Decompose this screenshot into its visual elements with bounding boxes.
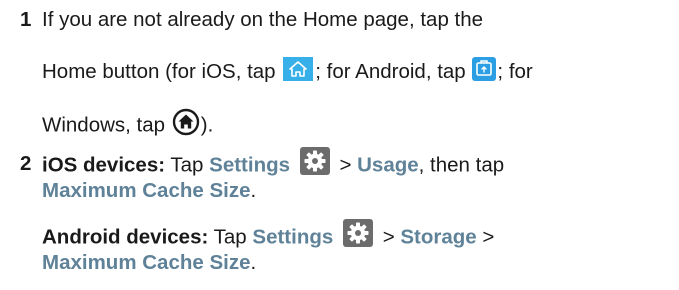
settings-link: Settings (252, 225, 334, 249)
step-2: 2 iOS devices: Tap Settings > Usage, the… (20, 147, 671, 287)
settings-link: Settings (209, 153, 291, 177)
step-number: 1 (20, 8, 32, 31)
step-1: 1 If you are not already on the Home pag… (20, 8, 671, 148)
maximum-cache-size-link: Maximum Cache Size (42, 251, 251, 274)
step-text-line: Windows, tap ). (42, 108, 213, 140)
settings-gear-icon (299, 147, 330, 175)
ios-instruction-cont: Maximum Cache Size. (42, 179, 257, 202)
ios-home-icon (283, 56, 314, 81)
step-number: 2 (20, 152, 32, 175)
usage-link: Usage (357, 153, 419, 177)
android-instruction: Android devices: Tap Settings > Storage … (42, 219, 494, 252)
android-devices-label: Android devices: (42, 225, 209, 249)
step-text-line: If you are not already on the Home page,… (42, 8, 484, 31)
step-text-line: Home button (for iOS, tap ; for Android,… (42, 56, 533, 85)
android-home-icon (472, 56, 497, 81)
ios-devices-label: iOS devices: (42, 153, 166, 177)
ios-instruction: iOS devices: Tap Settings > Usage, then … (42, 147, 504, 180)
maximum-cache-size-link: Maximum Cache Size (42, 179, 251, 202)
settings-gear-icon (342, 219, 373, 247)
android-instruction-cont: Maximum Cache Size. (42, 251, 257, 274)
storage-link: Storage (400, 225, 477, 249)
windows-home-icon (172, 108, 200, 136)
